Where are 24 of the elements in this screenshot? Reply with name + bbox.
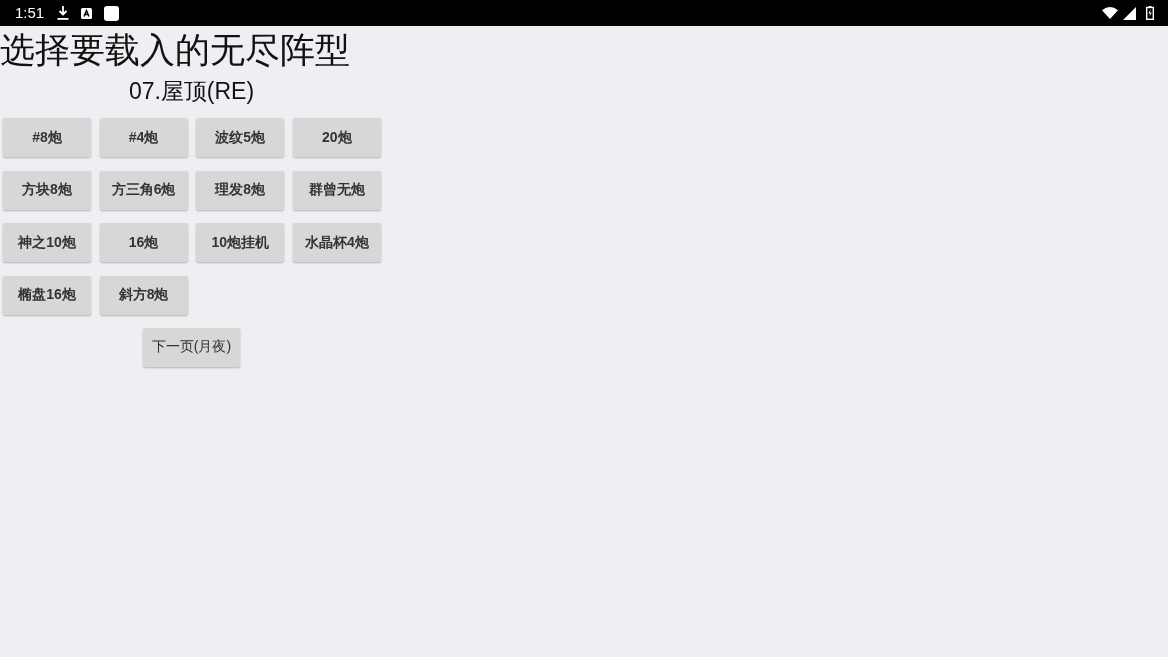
- stage-subtitle: 07.屋顶(RE): [128, 77, 255, 106]
- formation-button[interactable]: 20炮: [292, 118, 381, 157]
- formation-button[interactable]: #8炮: [3, 118, 91, 157]
- download-icon: [57, 6, 70, 20]
- formation-button[interactable]: 方块8炮: [3, 170, 91, 210]
- formation-button[interactable]: 16炮: [99, 223, 188, 262]
- formation-button[interactable]: 10炮挂机: [196, 223, 285, 262]
- formation-button[interactable]: 神之10炮: [3, 223, 91, 262]
- formation-button[interactable]: 波纹5炮: [196, 118, 285, 157]
- formation-button[interactable]: 水晶杯4炮: [292, 223, 381, 262]
- app-icon: [81, 7, 93, 19]
- formation-button[interactable]: 斜方8炮: [99, 275, 188, 315]
- status-time: 1:51: [15, 4, 45, 22]
- formation-button[interactable]: 椭盘16炮: [3, 275, 91, 315]
- cell-signal-icon: [1123, 6, 1136, 20]
- page-title: 选择要载入的无尽阵型: [0, 29, 350, 71]
- next-page-button[interactable]: 下一页(月夜): [143, 327, 240, 367]
- formation-button[interactable]: 群曾无炮: [292, 170, 381, 210]
- square-notification-icon: [104, 5, 120, 21]
- formation-button[interactable]: 理发8炮: [196, 170, 285, 210]
- battery-charging-icon: [1146, 6, 1154, 20]
- wifi-icon: [1102, 7, 1118, 19]
- formation-button[interactable]: #4炮: [99, 118, 188, 157]
- formation-button[interactable]: 方三角6炮: [99, 170, 188, 210]
